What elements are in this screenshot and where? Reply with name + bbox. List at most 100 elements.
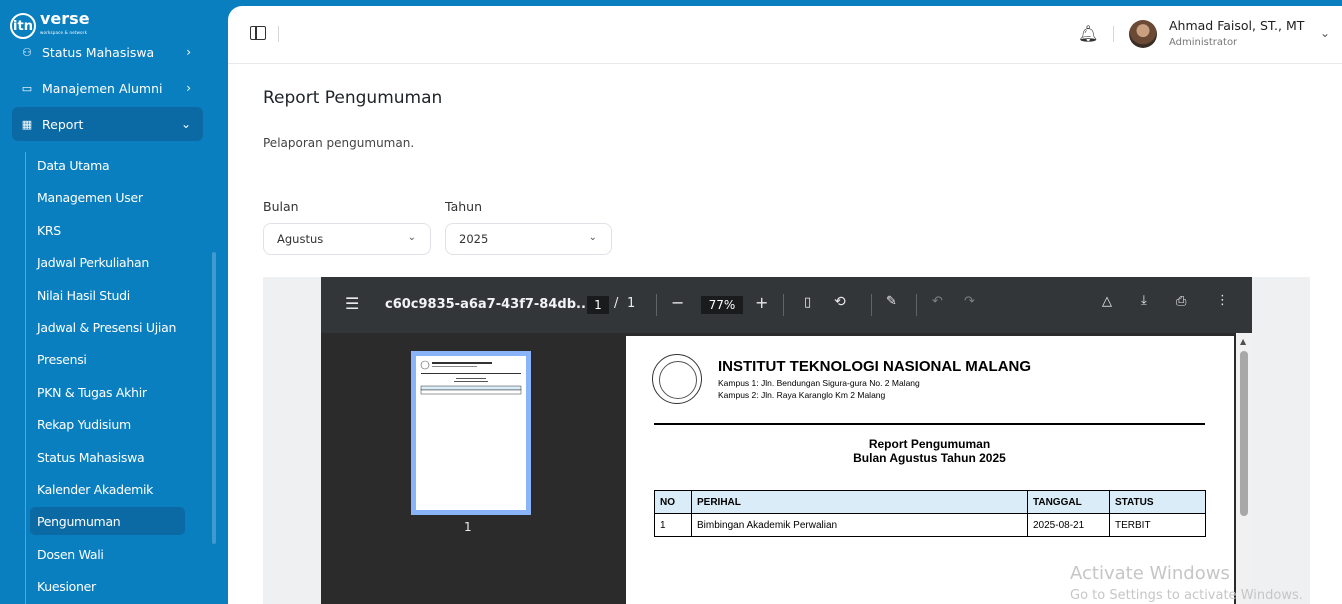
activate-windows-watermark: Activate Windows: [1070, 563, 1230, 584]
sidebar-subitem-pengumuman[interactable]: Pengumuman: [30, 507, 185, 535]
report-title: Report Pengumuman: [868, 437, 991, 451]
report-table: NO PERIHAL TANGGAL STATUS 1 Bimbingan Ak…: [654, 490, 1206, 537]
download-icon[interactable]: ⤓: [1141, 293, 1147, 308]
sidebar: itn verse workspace & network ⚇ Status M…: [0, 0, 228, 604]
table-header-row: NO PERIHAL TANGGAL STATUS: [654, 490, 1206, 514]
print-icon[interactable]: ⎙: [1176, 294, 1186, 309]
top-bar: 🔔︎ Ahmad Faisol, ST., MT Administrator ⌄: [228, 6, 1342, 64]
sidebar-subitem-presensi[interactable]: Presensi: [30, 345, 185, 373]
address-line-2: Kampus 2: Jln. Raya Karanglo Km 2 Malang: [718, 390, 886, 400]
page-title: Report Pengumuman: [263, 88, 443, 108]
cell-perihal: Bimbingan Akademik Perwalian: [691, 513, 1028, 537]
more-options-icon[interactable]: ⋮: [1216, 293, 1229, 308]
sidebar-toggle-icon[interactable]: [250, 26, 266, 40]
chevron-down-icon: ⌄: [588, 232, 597, 243]
divider: [871, 294, 872, 316]
thumbnail-pane: 1: [321, 333, 621, 604]
sidebar-subitem-pkn-tugas-akhir[interactable]: PKN & Tugas Akhir: [30, 378, 185, 406]
cell-tanggal: 2025-08-21: [1027, 513, 1110, 537]
zoom-in-icon[interactable]: +: [755, 293, 768, 312]
menu-icon[interactable]: ☰: [345, 294, 359, 313]
tahun-label: Tahun: [445, 199, 482, 214]
annotate-icon[interactable]: ✎: [886, 294, 897, 309]
page-description: Pelaporan pengumuman.: [263, 136, 415, 150]
column-header: PERIHAL: [691, 490, 1028, 514]
sidebar-subitem-jadwal-perkuliahan[interactable]: Jadwal Perkuliahan: [30, 248, 185, 276]
fit-page-icon[interactable]: ▯: [804, 295, 811, 310]
sidebar-subitem-managemen-user[interactable]: Managemen User: [30, 183, 185, 211]
submenu-guide-line: [25, 152, 26, 604]
drive-save-icon[interactable]: △: [1102, 294, 1112, 309]
cell-no: 1: [654, 513, 692, 537]
bulan-label: Bulan: [263, 199, 299, 214]
divider: [783, 294, 784, 316]
sidebar-item-manajemen-alumni[interactable]: ▭ Manajemen Alumni ›: [12, 71, 203, 105]
divider: [916, 294, 917, 316]
main-content: 🔔︎ Ahmad Faisol, ST., MT Administrator ⌄…: [228, 6, 1342, 604]
sidebar-subitem-kuesioner[interactable]: Kuesioner: [30, 572, 185, 600]
sidebar-subitem-status-mahasiswa[interactable]: Status Mahasiswa: [30, 443, 185, 471]
pdf-viewer: ☰ c60c9835-a6a7-43f7-84db... 1 / 1 − 77%…: [321, 277, 1252, 604]
page-thumbnail[interactable]: [411, 351, 531, 515]
column-header: NO: [654, 490, 692, 514]
sidebar-item-report[interactable]: ▦ Report ⌄: [12, 107, 203, 141]
zoom-level[interactable]: 77%: [701, 296, 743, 314]
chevron-down-icon[interactable]: ⌄: [1320, 26, 1330, 40]
pdf-filename: c60c9835-a6a7-43f7-84db...: [385, 297, 591, 312]
table-row: 1 Bimbingan Akademik Perwalian 2025-08-2…: [654, 513, 1206, 537]
thumbnail-preview: [420, 360, 522, 395]
chevron-down-icon: ⌄: [407, 232, 416, 243]
chevron-right-icon: ›: [186, 45, 191, 59]
report-icon: ▦: [21, 117, 33, 131]
undo-icon[interactable]: ↶: [932, 294, 943, 309]
chevron-right-icon: ›: [186, 81, 191, 95]
user-name[interactable]: Ahmad Faisol, ST., MT: [1169, 18, 1304, 33]
scrollbar-thumb[interactable]: [1240, 351, 1248, 516]
sidebar-subitem-nilai-hasil-studi[interactable]: Nilai Hasil Studi: [30, 281, 185, 309]
cell-status: TERBIT: [1109, 513, 1206, 537]
chevron-down-icon: ⌄: [180, 117, 191, 131]
thumbnail-page-number: 1: [464, 520, 472, 534]
column-header: STATUS: [1109, 490, 1206, 514]
column-header: TANGGAL: [1027, 490, 1110, 514]
sidebar-item-label: Report: [42, 116, 84, 132]
tahun-value: 2025: [459, 232, 489, 246]
page-number-input[interactable]: 1: [587, 296, 609, 314]
page-separator: /: [614, 296, 619, 311]
institution-seal-icon: [652, 354, 702, 404]
address-line-1: Kampus 1: Jln. Bendungan Sigura-gura No.…: [718, 378, 920, 388]
total-pages: 1: [627, 296, 636, 311]
sidebar-subitem-jadwal-presensi-ujian[interactable]: Jadwal & Presensi Ujian: [30, 313, 185, 341]
zoom-out-icon[interactable]: −: [671, 293, 684, 312]
pdf-toolbar: ☰ c60c9835-a6a7-43f7-84db... 1 / 1 − 77%…: [321, 277, 1252, 333]
sidebar-item-label: Status Mahasiswa: [42, 44, 155, 60]
sidebar-item-label: Manajemen Alumni: [42, 80, 163, 96]
folder-icon: ▭: [21, 81, 33, 95]
bulan-select[interactable]: Agustus ⌄: [263, 223, 431, 255]
avatar[interactable]: [1129, 20, 1157, 48]
user-role: Administrator: [1169, 37, 1238, 48]
sidebar-item-status-mahasiswa[interactable]: ⚇ Status Mahasiswa ›: [12, 35, 203, 69]
institution-name: INSTITUT TEKNOLOGI NASIONAL MALANG: [718, 358, 1032, 375]
pdf-scrollbar[interactable]: ▲: [1236, 333, 1252, 604]
redo-icon[interactable]: ↷: [964, 294, 975, 309]
users-icon: ⚇: [22, 45, 32, 59]
scroll-up-icon[interactable]: ▲: [1240, 337, 1246, 346]
rotate-icon[interactable]: ⟲: [834, 294, 846, 310]
sidebar-subitem-dosen-wali[interactable]: Dosen Wali: [30, 540, 185, 568]
sidebar-scrollbar[interactable]: [212, 252, 216, 544]
sidebar-subitem-rekap-yudisium[interactable]: Rekap Yudisium: [30, 410, 185, 438]
sidebar-subitem-kalender-akademik[interactable]: Kalender Akademik: [30, 475, 185, 503]
activate-windows-subtext: Go to Settings to activate Windows.: [1070, 588, 1303, 603]
tahun-select[interactable]: 2025 ⌄: [445, 223, 612, 255]
report-subtitle: Bulan Agustus Tahun 2025: [853, 451, 1006, 465]
pdf-viewer-container: ☰ c60c9835-a6a7-43f7-84db... 1 / 1 − 77%…: [263, 277, 1310, 604]
divider: [656, 294, 657, 316]
sidebar-subitem-krs[interactable]: KRS: [30, 216, 185, 244]
bell-icon[interactable]: 🔔︎: [1078, 24, 1098, 43]
divider: [278, 26, 279, 42]
sidebar-subitem-data-utama[interactable]: Data Utama: [30, 151, 185, 179]
bulan-value: Agustus: [277, 232, 324, 246]
divider: [1113, 26, 1114, 42]
header-rule: [654, 423, 1205, 425]
